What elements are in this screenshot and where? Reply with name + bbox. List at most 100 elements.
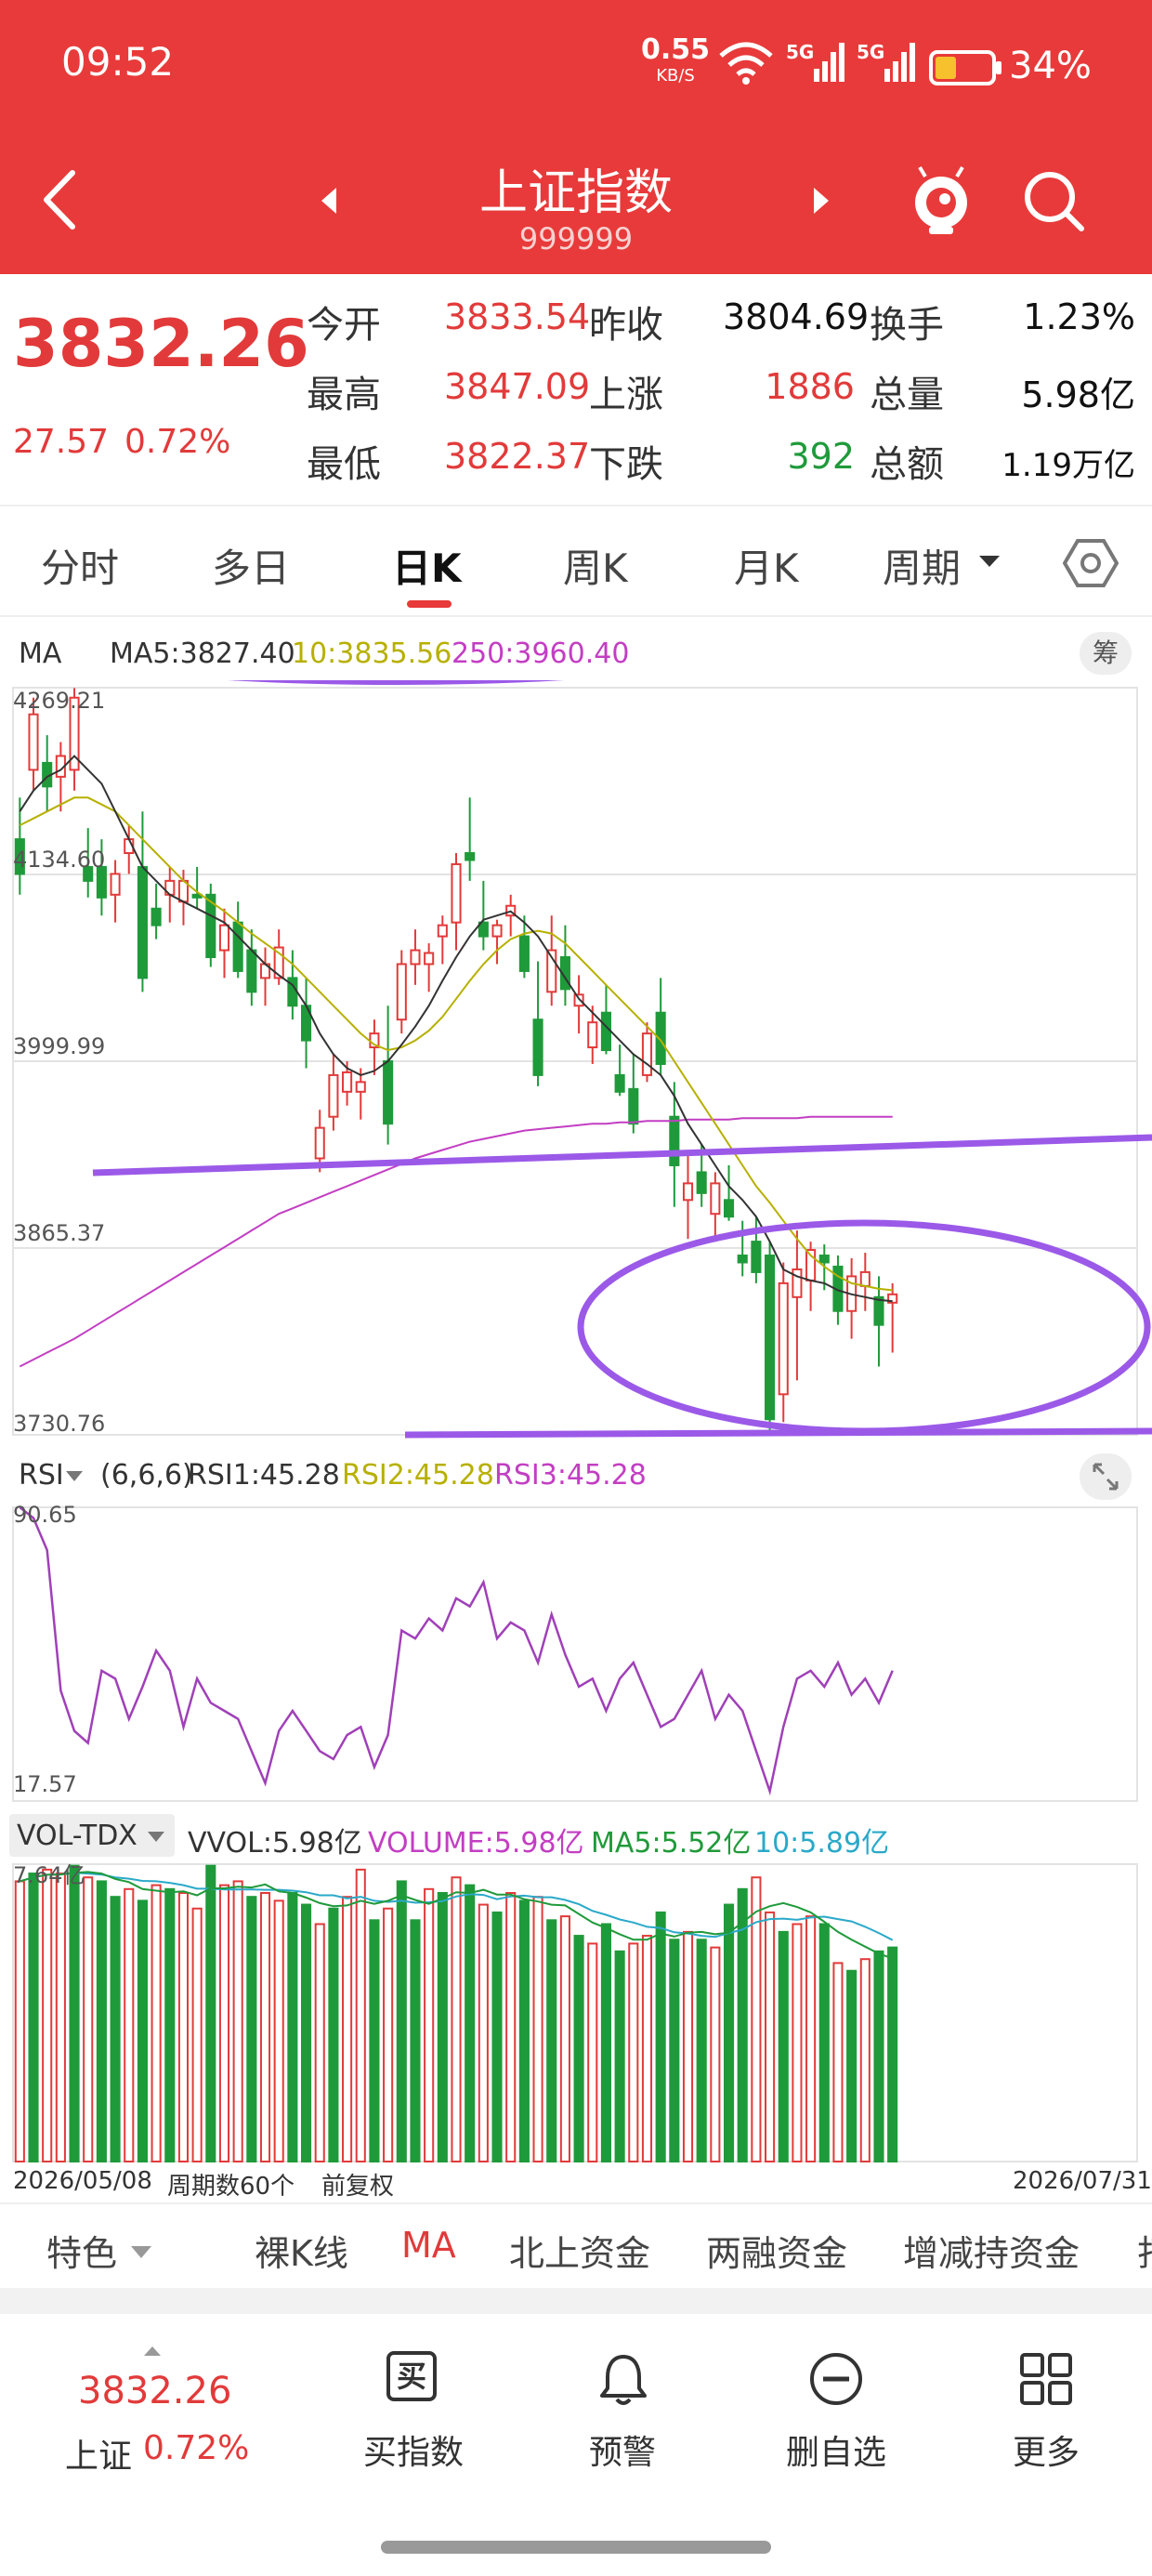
candle-body <box>342 1071 353 1093</box>
indicator-tab-naked-k[interactable]: 裸K线 <box>255 2225 348 2276</box>
volume-bar <box>69 1864 80 2163</box>
candle-body <box>696 1171 707 1194</box>
volume-bar <box>410 1919 421 2162</box>
volume-bar <box>573 1935 584 2162</box>
chip-distribution-button[interactable]: 筹 <box>1080 632 1132 675</box>
volume-bar <box>887 1946 898 2162</box>
nav-price[interactable]: 3832.26 <box>78 2370 231 2412</box>
tab-daily-k[interactable]: 日K <box>392 537 462 594</box>
volume-bar <box>83 1876 94 2162</box>
buy-index-button[interactable]: 买 买指数 <box>353 2351 474 2491</box>
indicator-tab-margin[interactable]: 两融资金 <box>706 2225 847 2276</box>
remove-watchlist-button[interactable]: 删自选 <box>771 2351 901 2491</box>
rsi3-value: RSI3:45.28 <box>494 1459 647 1492</box>
candle-body <box>424 952 435 966</box>
rsi-tick-label: 90.65 <box>13 1502 77 1528</box>
low-value: 3822.37 <box>444 436 591 477</box>
rsi-series-line <box>19 1506 894 1796</box>
volume-bar <box>42 1868 53 2163</box>
nav-index-name: 上证 <box>65 2438 133 2476</box>
candle-body <box>751 1241 762 1273</box>
rsi-indicator-name[interactable]: RSI <box>19 1459 64 1492</box>
tab-intraday[interactable]: 分时 <box>41 537 119 594</box>
period-count: 周期数60个 <box>167 2173 295 2201</box>
volume-bar <box>778 1930 789 2162</box>
minus-circle-icon <box>810 2353 862 2405</box>
chevron-down-icon[interactable] <box>65 1470 84 1483</box>
more-button[interactable]: 更多 <box>990 2351 1102 2491</box>
volume-axis: 7.64亿 <box>13 1862 85 1888</box>
prev-stock-icon[interactable] <box>318 184 340 217</box>
volume-value-legend: VOLUME:5.98亿 <box>368 1827 584 1860</box>
adjust-mode[interactable]: 前复权 <box>321 2167 394 2201</box>
volume-bar <box>832 1962 844 2162</box>
candle-body <box>587 1021 598 1049</box>
candle-body <box>532 1019 543 1076</box>
settings-hexagon-icon[interactable] <box>1063 535 1119 591</box>
tab-period[interactable]: 周期 <box>883 537 961 594</box>
volume-bar <box>55 1873 66 2162</box>
volume-bar <box>232 1880 243 2162</box>
search-icon[interactable] <box>1022 169 1087 236</box>
active-tab-indicator <box>407 600 452 608</box>
rsi-tick-label: 17.57 <box>13 1771 77 1797</box>
chevron-down-icon[interactable] <box>130 2245 152 2260</box>
alert-label: 预警 <box>588 2434 656 2472</box>
candle-body <box>859 1270 871 1287</box>
wifi-icon <box>719 42 773 85</box>
chevron-down-icon <box>148 1832 164 1842</box>
volume-bar <box>669 1939 680 2162</box>
amount-label: 总额 <box>870 443 944 486</box>
next-stock-icon[interactable] <box>810 184 832 217</box>
chevron-down-icon[interactable] <box>977 552 1001 571</box>
indicator-tab-ma[interactable]: MA <box>401 2225 456 2266</box>
vol-indicator-select[interactable]: VOL-TDX <box>9 1814 175 1857</box>
home-indicator[interactable] <box>381 2541 771 2554</box>
candle-body <box>778 1281 789 1396</box>
quote-panel: 3832.26 27.57 0.72% 今开 3833.54 最高 3847.0… <box>0 274 1152 505</box>
volume-bar <box>110 1896 121 2162</box>
volume-bar <box>451 1876 462 2162</box>
prev-close-label: 昨收 <box>589 304 663 347</box>
indicator-tab-featured[interactable]: 特色 <box>46 2225 117 2276</box>
decliners-value: 392 <box>787 436 855 477</box>
back-arrow-icon[interactable] <box>37 167 84 232</box>
tab-monthly-k[interactable]: 月K <box>734 537 799 594</box>
rsi-legend: RSI (6,6,6) RSI1:45.28 RSI2:45.28 RSI3:4… <box>0 1450 1152 1502</box>
candle-body <box>518 935 530 972</box>
rsi1-value: RSI1:45.28 <box>188 1459 340 1492</box>
price-tick-label: 3865.37 <box>13 1220 105 1246</box>
volume-bar <box>96 1880 107 2162</box>
axis-end-date: 2026/07/31 <box>1013 2167 1152 2195</box>
indicator-tab-northbound[interactable]: 北上资金 <box>509 2225 650 2276</box>
ma250-value: 250:3960.40 <box>452 637 630 670</box>
volume-bar <box>805 1915 817 2163</box>
tab-weekly-k[interactable]: 周K <box>563 537 628 594</box>
expand-button[interactable] <box>1080 1453 1132 1500</box>
volume-bar <box>151 1884 162 2163</box>
assistant-robot-icon[interactable] <box>909 164 974 238</box>
indicator-tab-holding-change[interactable]: 增减持资金 <box>903 2225 1080 2276</box>
candle-body <box>314 1126 325 1160</box>
price-tick-label: 4269.21 <box>13 688 105 714</box>
volume-bar <box>641 1935 653 2162</box>
volume-value: 5.98亿 <box>1021 375 1135 415</box>
volume-bar <box>137 1899 148 2162</box>
indicator-tabs: 特色 裸K线 MA 北上资金 两融资金 增减持资金 打 <box>0 2204 1152 2288</box>
volume-bar <box>28 1873 39 2162</box>
candle-body <box>151 907 162 927</box>
signal-2-label: 5G <box>857 41 885 63</box>
remove-label: 删自选 <box>785 2434 886 2472</box>
tab-multiday[interactable]: 多日 <box>212 537 290 594</box>
ma-indicator-name[interactable]: MA <box>19 637 61 670</box>
ma-legend: MA MA5:3827.40 10:3835.56 250:3960.40 筹 <box>0 624 1152 680</box>
candle-body <box>491 924 503 938</box>
net-speed-unit: KB/S <box>656 66 695 85</box>
price-change: 27.57 <box>13 423 110 461</box>
candle-body <box>328 1073 339 1118</box>
alert-button[interactable]: 预警 <box>567 2351 678 2491</box>
amount-value: 1.19万亿 <box>1001 447 1135 484</box>
volume-bar <box>259 1891 271 2163</box>
indicator-tab-more[interactable]: 打 <box>1137 2225 1152 2276</box>
battery-percent: 34% <box>1009 45 1092 87</box>
